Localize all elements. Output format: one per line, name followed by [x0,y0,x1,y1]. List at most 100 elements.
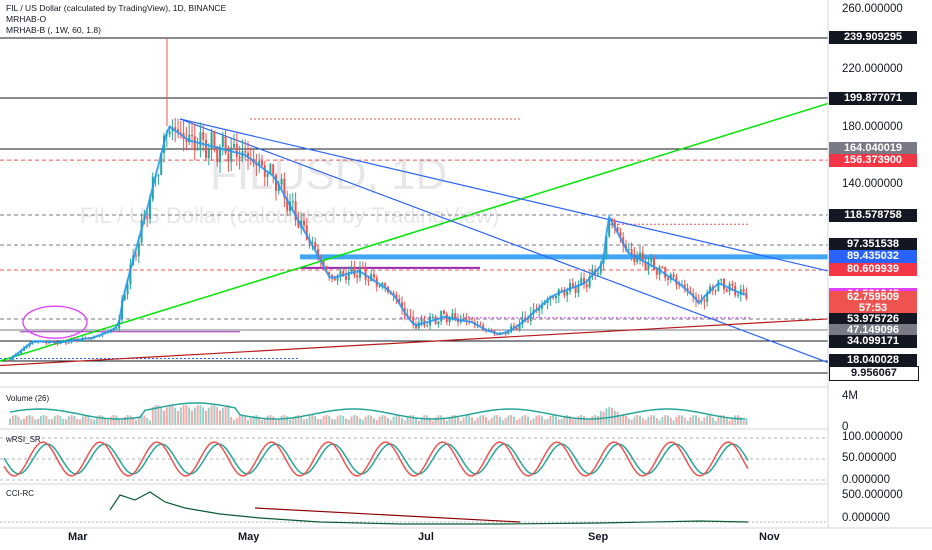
volume-bar [269,415,272,425]
candle [720,278,723,281]
volume-bar [745,417,748,425]
volume-bar [384,415,387,425]
volume-bar [179,407,182,425]
volume-bar [112,415,115,425]
volume-bar [34,419,37,425]
candle [560,289,563,291]
candle [731,283,734,286]
volume-bar [272,416,275,425]
volume-bar [196,405,199,425]
chart-canvas[interactable] [0,0,932,550]
volume-bar [479,415,482,425]
candle [420,320,423,323]
volume-bar [336,416,339,425]
volume-axis-label: 4M [842,390,858,402]
volume-bar [126,415,129,425]
volume-bar [653,415,655,425]
cci-pane-title[interactable]: CCI-RC [6,489,34,498]
volume-bar [471,417,473,425]
volume-bar [473,420,476,425]
candle [202,132,205,140]
wrsi-axis-label: 50.000000 [842,452,897,464]
volume-bar [423,415,426,425]
volume-bar [714,420,717,425]
watermark-symbol: FILUSD, 1D [210,150,448,199]
price-tag-label: 118.578758 [844,208,902,221]
candle [667,277,669,280]
volume-bar [728,420,731,425]
volume-bar [308,416,311,425]
volume-bar [675,417,678,425]
volume-bar [48,419,51,425]
price-tag: 199.877071 [829,91,917,105]
volume-bar [207,407,210,425]
volume-bar [490,417,493,425]
volume-bar [737,415,739,425]
indicator-label-mrhab-b[interactable]: MRHAB-B (, 1W, 60, 1.8) [6,25,101,35]
candle [566,291,569,296]
volume-bar [734,415,737,425]
volume-bar [356,415,359,425]
cci-axis-label: 500.000000 [842,489,903,501]
volume-bar [224,405,227,425]
volume-bar [266,415,269,425]
volume-bar [235,418,238,425]
volume-bar [109,416,112,425]
price-tag-label: 89.435032 [847,250,899,263]
volume-bar [521,415,524,425]
price-tag: 9.956067 [829,366,919,382]
volume-bar [65,419,67,425]
volume-bar [686,420,689,425]
volume-bar [597,415,599,425]
volume-bar [238,415,241,425]
candle [630,249,633,254]
candle [585,284,588,288]
indicator-label-mrhab-o[interactable]: MRHAB-O [6,14,46,24]
volume-bar [291,418,294,425]
time-axis-label: Sep [588,531,609,543]
candle [672,274,675,278]
volume-bar [17,416,20,425]
volume-bar [462,417,465,425]
volume-pane-title[interactable]: Volume (26) [6,394,49,403]
candle [135,255,137,257]
price-tag-label: 9.956067 [851,367,897,380]
volume-bar [289,419,291,425]
volume-bar [501,420,504,425]
volume-bar [667,415,669,425]
volume-bar [580,415,583,425]
volume-bar [151,407,154,425]
candle [571,283,574,287]
volume-bar [84,415,87,425]
volume-bar [426,415,429,425]
price-tag: 156.373900 [829,153,917,167]
volume-bar [594,415,597,425]
price-tag-label: 156.373900 [843,153,903,166]
candle [196,147,199,151]
volume-bar [647,416,650,425]
volume-bar [465,415,468,425]
volume-bar [541,416,543,425]
volume-bar [524,415,527,425]
price-tag-label: 80.609939 [847,263,899,276]
volume-bar [87,415,90,425]
candle [697,299,700,301]
candle [527,320,529,322]
candle [233,143,235,148]
volume-bar [557,419,560,425]
volume-bar [636,415,639,425]
candle [356,275,359,278]
volume-bar [303,419,305,425]
candle [115,328,118,330]
volume-bar [339,415,342,425]
volume-bar [325,415,328,425]
volume-bar [202,407,205,425]
candle [717,280,720,292]
volume-bar [697,417,700,425]
volume-bar [230,416,233,425]
wrsi-pane-title[interactable]: wRSI_SR [6,435,41,444]
candle [627,249,630,251]
volume-bar [345,418,347,425]
candle [555,295,557,299]
chart-title[interactable]: FIL / US Dollar (calculated by TradingVi… [6,3,226,13]
